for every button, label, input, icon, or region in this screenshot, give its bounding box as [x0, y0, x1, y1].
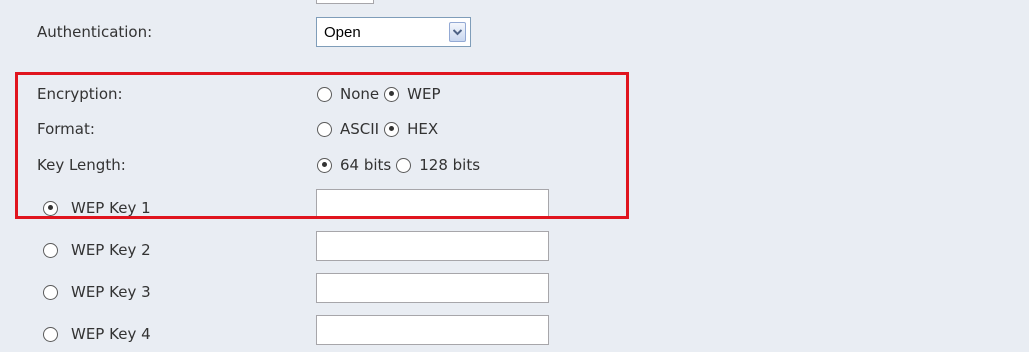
- wep-key-2-option[interactable]: WEP Key 2: [43, 239, 151, 261]
- radio-button-icon[interactable]: [43, 242, 58, 258]
- wep-key-4-input[interactable]: [316, 315, 549, 345]
- authentication-select-value: Open: [324, 24, 361, 41]
- wep-key-3-input[interactable]: [316, 273, 549, 303]
- partial-field-above: [316, 0, 374, 4]
- radio-button-icon[interactable]: [43, 326, 58, 342]
- authentication-label: Authentication:: [37, 23, 153, 41]
- wep-key-2-label: WEP Key 2: [71, 241, 151, 259]
- wep-key-3-label: WEP Key 3: [71, 283, 151, 301]
- radio-button-icon[interactable]: [43, 284, 58, 300]
- wep-key-3-option[interactable]: WEP Key 3: [43, 281, 151, 303]
- highlight-box: [15, 72, 629, 219]
- wep-key-2-input[interactable]: [316, 231, 549, 261]
- wep-key-4-option[interactable]: WEP Key 4: [43, 323, 151, 345]
- chevron-down-icon[interactable]: [449, 22, 466, 42]
- authentication-select[interactable]: Open: [316, 17, 471, 47]
- wep-key-4-label: WEP Key 4: [71, 325, 151, 343]
